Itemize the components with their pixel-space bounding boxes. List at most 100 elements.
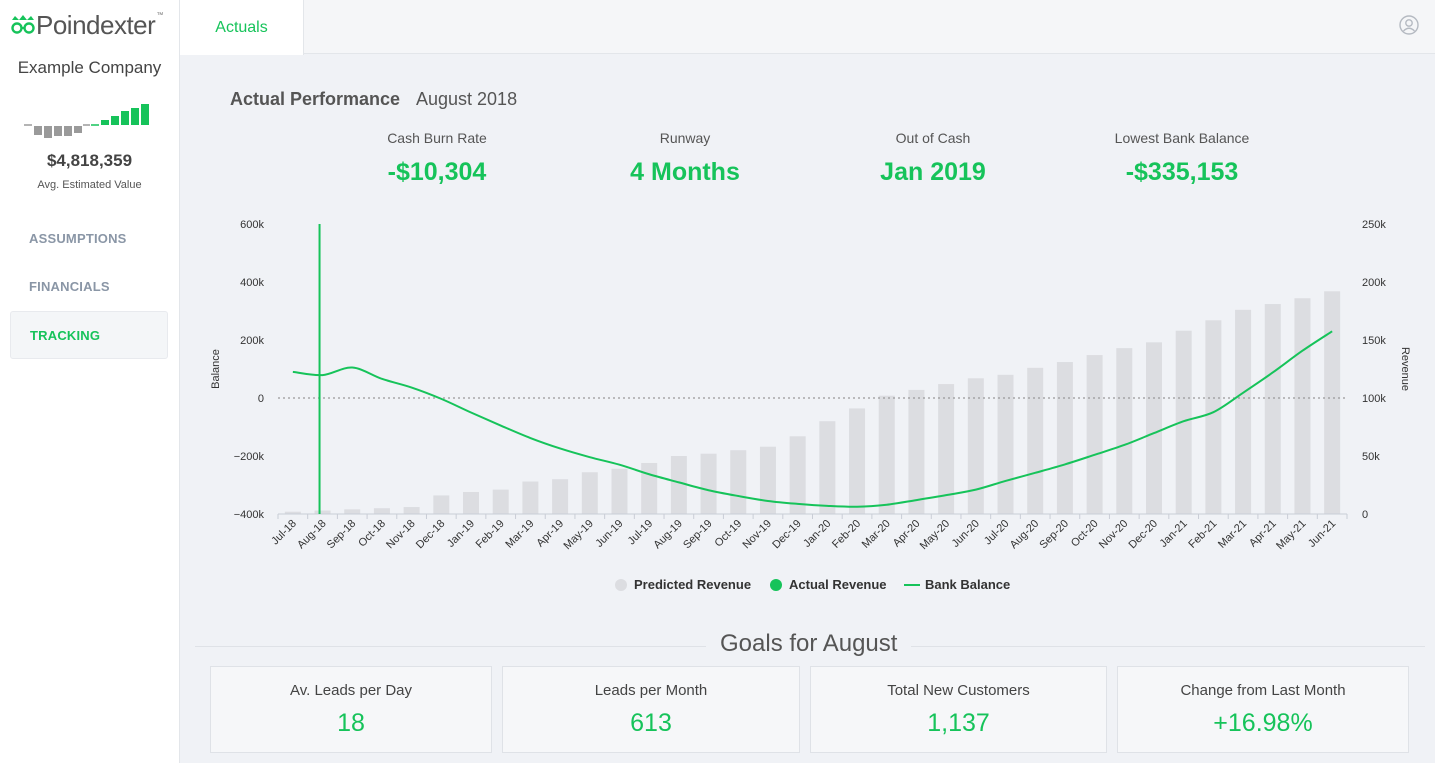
estimated-value: $4,818,359 — [46, 151, 133, 170]
x-tick-label: Nov-20 — [1097, 518, 1131, 552]
x-tick-label: Sep-19 — [681, 518, 715, 552]
y-right-tick-label: 250k — [1362, 219, 1386, 231]
y-left-tick-label: −200k — [234, 451, 265, 463]
legend-actual-revenue-swatch — [770, 579, 782, 591]
logo-text: Poindexter — [36, 9, 156, 40]
y-left-tick-label: 0 — [258, 393, 264, 405]
goal-card-new-customers: Total New Customers 1,137 — [810, 666, 1107, 753]
goal-card-leads-per-day: Av. Leads per Day 18 — [210, 666, 492, 753]
x-tick-label: May-20 — [918, 518, 952, 552]
user-account-icon[interactable] — [1399, 15, 1419, 35]
x-tick-label: Aug-18 — [295, 518, 329, 552]
predicted-revenue-bar — [700, 453, 717, 514]
predicted-revenue-bar — [1027, 367, 1044, 514]
x-tick-label: Aug-19 — [651, 518, 685, 552]
predicted-revenue-bar — [849, 408, 866, 514]
page-title: Actual Performance — [230, 89, 401, 109]
y-right-tick-label: 150k — [1362, 335, 1386, 347]
x-tick-label: Mar-20 — [860, 518, 893, 551]
y-left-tick-label: 600k — [240, 219, 264, 231]
nav-assumptions[interactable]: ASSUMPTIONS — [10, 214, 168, 262]
y-left-axis-label: Balance — [210, 349, 222, 389]
predicted-revenue-bar — [492, 489, 509, 514]
predicted-revenue-bar — [1264, 304, 1281, 514]
nav-tracking[interactable]: TRACKING — [10, 311, 168, 359]
company-name[interactable]: Example Company — [0, 58, 179, 78]
goal-card-leads-per-month: Leads per Month 613 — [502, 666, 800, 753]
y-right-tick-label: 100k — [1362, 393, 1386, 405]
predicted-revenue-bar — [611, 468, 628, 514]
predicted-revenue-bar — [997, 374, 1014, 514]
predicted-revenue-bar — [1205, 320, 1222, 514]
predicted-revenue-bar — [433, 495, 450, 514]
y-left-tick-label: 400k — [240, 277, 264, 289]
kpi-label: Out of Cash — [895, 130, 971, 146]
x-tick-label: Mar-21 — [1216, 518, 1249, 551]
kpi-out-of-cash: Out of Cash Jan 2019 — [823, 130, 1043, 187]
goal-label: Leads per Month — [594, 682, 708, 699]
kpi-label: Lowest Bank Balance — [1114, 130, 1250, 146]
y-right-tick-label: 50k — [1362, 451, 1380, 463]
x-tick-label: Aug-20 — [1008, 518, 1042, 552]
revenue-balance-chart: 600k 400k 200k 0 −200k −400k 250k 200k 150k 100k 5… — [210, 219, 1411, 592]
predicted-revenue-bar — [1324, 291, 1341, 514]
kpi-value: -$335,153 — [1125, 158, 1239, 186]
predicted-revenue-bar — [403, 507, 420, 514]
kpi-value: -$10,304 — [387, 158, 487, 186]
predicted-revenue-bar — [1145, 342, 1162, 514]
predicted-revenue-bar — [641, 462, 658, 514]
goal-label: Av. Leads per Day — [289, 682, 412, 699]
predicted-revenue-bar — [730, 450, 747, 514]
kpi-value: Jan 2019 — [880, 158, 986, 186]
sidebar: Poindexter ™ Example Company $4,818,359 … — [0, 0, 180, 763]
predicted-revenue-bar — [819, 421, 836, 514]
nav-financials[interactable]: FINANCIALS — [10, 262, 168, 310]
valuation-sparkline — [24, 104, 149, 138]
predicted-revenue-bar — [1294, 298, 1311, 514]
goal-label: Change from Last Month — [1180, 682, 1346, 699]
legend-bank-balance-label: Bank Balance — [925, 577, 1010, 592]
goals-title: Goals for August — [706, 630, 912, 658]
x-tick-label: Jan-20 — [801, 518, 833, 550]
predicted-revenue-bar — [908, 389, 925, 514]
trademark-symbol: ™ — [156, 11, 164, 19]
goal-value: 613 — [630, 709, 672, 737]
goal-label: Total New Customers — [887, 682, 1030, 699]
predicted-revenue-bar — [463, 491, 480, 514]
predicted-revenue-bar — [967, 378, 984, 514]
goal-value: 18 — [337, 709, 365, 737]
x-tick-label: Dec-19 — [770, 518, 804, 552]
goal-value: +16.98% — [1213, 709, 1313, 737]
goal-card-change-last-month: Change from Last Month +16.98% — [1117, 666, 1409, 753]
x-tick-label: Nov-18 — [384, 518, 418, 552]
x-tick-label: Dec-20 — [1127, 518, 1161, 552]
x-tick-label: Jun-21 — [1306, 518, 1338, 550]
tab-actuals[interactable]: Actuals — [180, 0, 304, 55]
x-tick-label: Feb-19 — [474, 518, 507, 551]
estimated-value-label: Avg. Estimated Value — [37, 179, 142, 191]
x-tick-label: Jun-19 — [593, 518, 625, 550]
predicted-revenue-bar — [344, 509, 361, 514]
x-tick-label: Sep-18 — [325, 518, 359, 552]
x-tick-label: May-19 — [561, 518, 595, 552]
period-label: August 2018 — [416, 89, 518, 109]
predicted-revenue-bar — [581, 472, 598, 514]
legend-actual-revenue-label: Actual Revenue — [789, 577, 887, 592]
legend-predicted-revenue-swatch — [615, 579, 627, 591]
x-tick-label: Nov-19 — [741, 518, 775, 552]
top-bar: Actuals — [180, 0, 1435, 55]
predicted-revenue-bar — [552, 479, 569, 514]
y-left-tick-label: 200k — [240, 335, 264, 347]
x-tick-label: Jan-21 — [1158, 518, 1190, 550]
x-tick-label: Jan-19 — [445, 518, 477, 550]
predicted-revenue-bar — [1086, 355, 1103, 514]
y-right-tick-label: 0 — [1362, 509, 1368, 521]
x-tick-label: Feb-21 — [1186, 518, 1219, 551]
predicted-revenue-bar — [759, 446, 776, 514]
y-right-tick-label: 200k — [1362, 277, 1386, 289]
predicted-revenue-bar — [789, 436, 806, 514]
x-tick-label: Sep-20 — [1037, 518, 1071, 552]
x-tick-label: Feb-20 — [830, 518, 863, 551]
predicted-revenue-bar — [373, 508, 390, 514]
app-logo[interactable]: Poindexter ™ — [10, 8, 163, 42]
